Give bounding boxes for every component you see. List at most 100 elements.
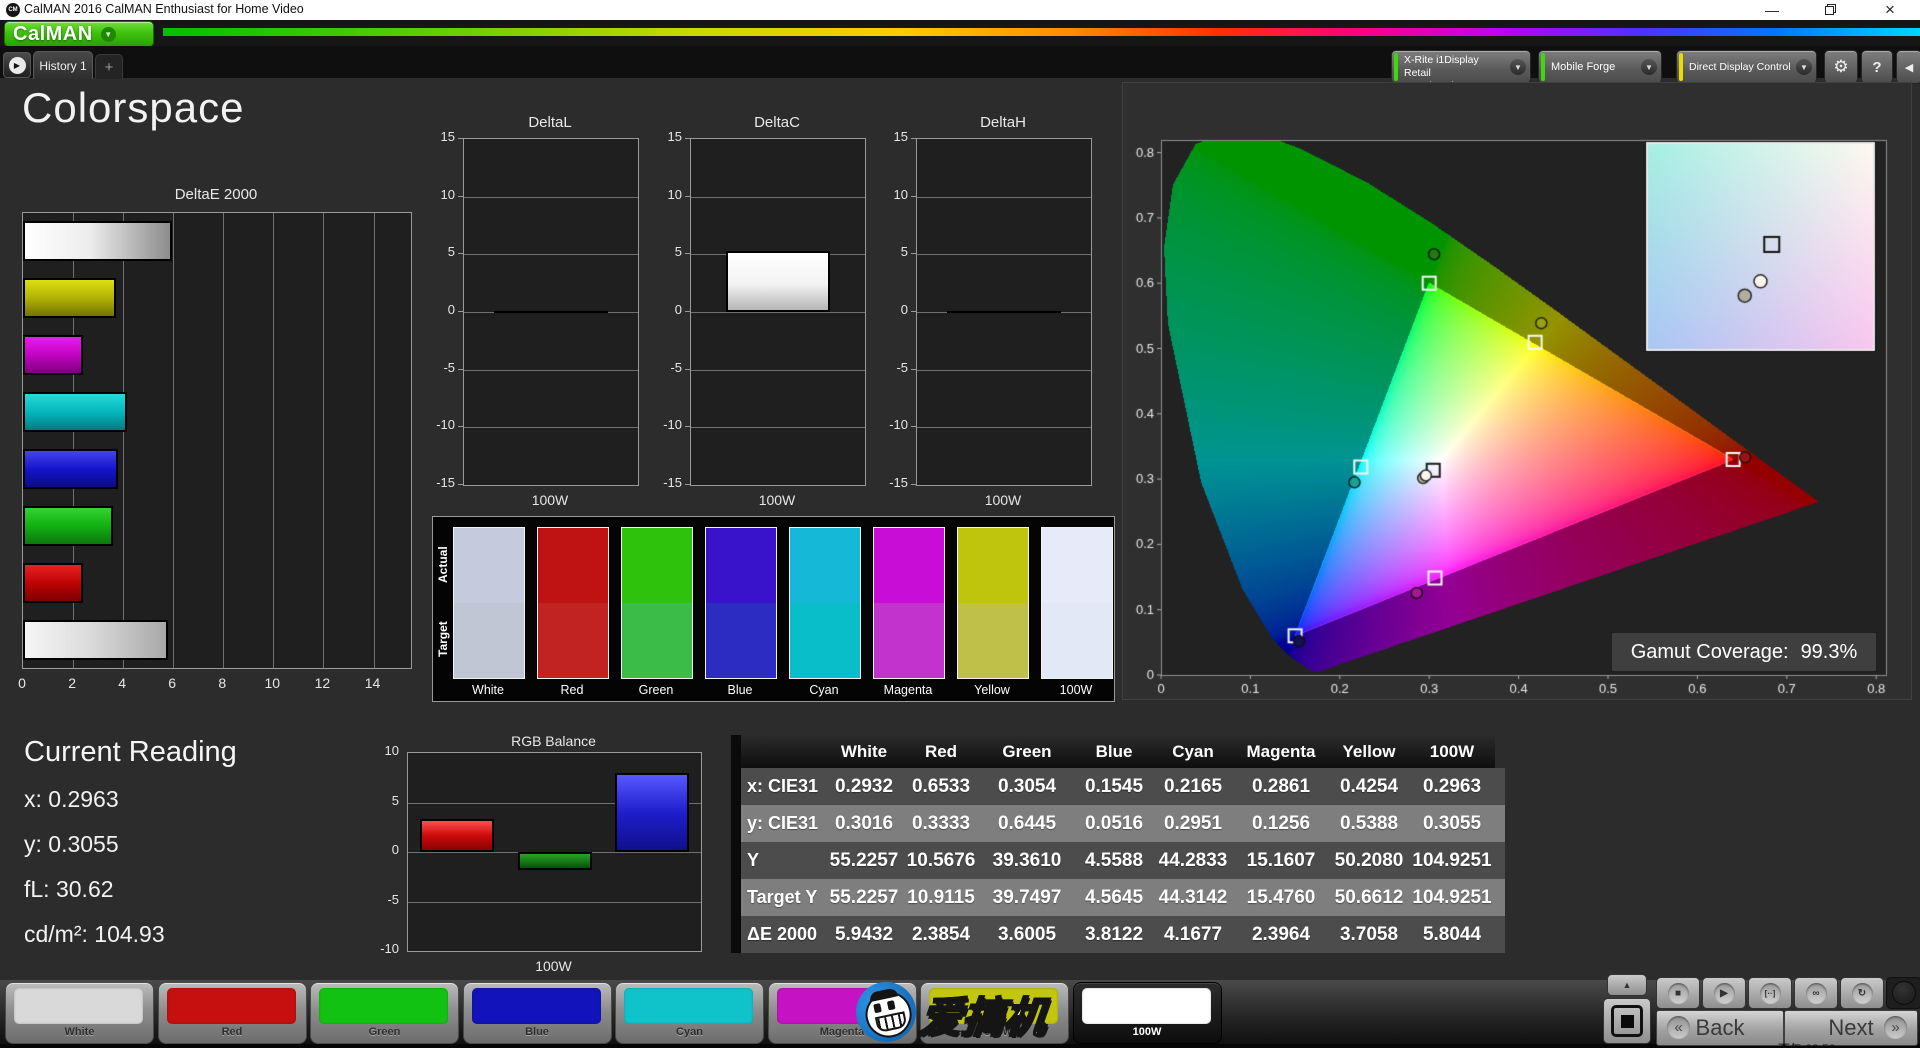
y-tick-label: 10 xyxy=(440,186,455,202)
pattern-window-button[interactable]: [··] xyxy=(1748,977,1792,1009)
pattern-button-magenta[interactable]: Magenta xyxy=(767,982,917,1044)
x-axis-label: 100W xyxy=(535,958,572,974)
y-tick xyxy=(685,368,690,370)
swatch-actual xyxy=(790,528,860,603)
pattern-button-red[interactable]: Red xyxy=(157,982,307,1044)
source-status-accent xyxy=(1541,53,1545,81)
meter-dropdown[interactable]: X-Rite i1Display RetailLCD (LED) ▼ xyxy=(1391,50,1531,92)
pattern-button-cyan[interactable]: Cyan xyxy=(615,982,764,1044)
swatch-target xyxy=(790,603,860,678)
pattern-button-100w[interactable]: 100W xyxy=(1072,982,1222,1044)
swatch-actual xyxy=(706,528,776,603)
target-row-label: Target xyxy=(436,621,450,658)
chevron-down-icon[interactable]: ▼ xyxy=(1510,59,1526,75)
swatch-target xyxy=(958,603,1028,678)
table-cell: 0.2861 xyxy=(1251,775,1311,797)
pattern-color-patch xyxy=(166,988,296,1024)
table-cell: 2.3964 xyxy=(1251,923,1311,945)
pattern-button-blue[interactable]: Blue xyxy=(462,982,612,1044)
x-tick-label: 8 xyxy=(218,675,227,691)
disabled-round-button xyxy=(1886,977,1920,1009)
display-control-dropdown[interactable]: Direct Display Control ▼ xyxy=(1676,50,1817,84)
bar-blue xyxy=(23,448,119,489)
add-tab-button[interactable]: + xyxy=(95,54,123,79)
help-button[interactable]: ? xyxy=(1861,50,1893,84)
y-tick-label: 0 xyxy=(674,302,682,317)
y-tick xyxy=(685,195,690,197)
y-tick-label: 0 xyxy=(900,302,908,317)
pattern-button-white[interactable]: White xyxy=(5,982,154,1044)
y-tick xyxy=(458,195,463,197)
x-axis-label: 100W xyxy=(984,492,1022,508)
pattern-color-patch xyxy=(929,988,1058,1024)
y-tick-label: -5 xyxy=(896,359,908,375)
pattern-button-label: Magenta xyxy=(819,1026,865,1038)
pattern-window-toggle[interactable] xyxy=(1603,998,1651,1044)
next-button-label: Next xyxy=(1828,1015,1874,1040)
y-tick xyxy=(911,253,916,255)
pattern-button-label: Green xyxy=(368,1026,401,1038)
y-tick-label: 10 xyxy=(893,186,908,202)
deltal-chart-title: DeltaL xyxy=(528,114,572,131)
pattern-color-patch xyxy=(319,988,448,1024)
x-tick-label: 6 xyxy=(168,675,177,691)
gridline xyxy=(691,427,865,429)
clock-label: 下午 03:58 xyxy=(1778,1040,1878,1048)
restore-button[interactable] xyxy=(1812,0,1848,19)
table-cell: 3.8122 xyxy=(1084,923,1144,945)
back-button[interactable]: « Back xyxy=(1656,1010,1784,1046)
pattern-color-patch xyxy=(624,988,753,1024)
gridline xyxy=(373,213,375,668)
swatch-target xyxy=(538,603,608,678)
swatch-label: Cyan xyxy=(809,683,839,697)
history-nav-button[interactable]: ▶ xyxy=(3,52,31,78)
gridline xyxy=(691,369,865,371)
swatch-label: Red xyxy=(560,683,584,697)
table-cell: 3.7058 xyxy=(1339,923,1399,945)
stop-button[interactable]: ■ xyxy=(1656,977,1700,1009)
gridline xyxy=(917,369,1091,371)
collapse-panel-button[interactable]: ◀ xyxy=(1896,50,1920,84)
swatch-magenta xyxy=(873,527,945,679)
table-row: Y 55.2257 10.5676 39.3610 4.5588 44.2833 15.16… xyxy=(741,842,1505,879)
page-title: Colorspace xyxy=(22,84,245,131)
y-tick xyxy=(458,484,463,485)
table-cell: 0.3054 xyxy=(997,775,1057,797)
settings-button[interactable]: ⚙ xyxy=(1824,50,1858,84)
loop-button[interactable]: ∞ xyxy=(1794,977,1838,1009)
play-button[interactable]: ▶ xyxy=(1702,977,1746,1009)
bar-magenta xyxy=(23,335,83,376)
close-button[interactable]: × xyxy=(1872,0,1908,19)
pattern-button-green[interactable]: Green xyxy=(310,982,459,1044)
sync-button[interactable]: ↻ xyxy=(1840,977,1884,1009)
minimize-button[interactable]: — xyxy=(1754,0,1790,19)
source-dropdown[interactable]: Mobile Forge ▼ xyxy=(1538,50,1662,84)
swatch-actual xyxy=(454,528,524,603)
pattern-button-label: Cyan xyxy=(676,1026,703,1038)
x-axis-label: 100W xyxy=(531,492,569,508)
y-tick-label: 10 xyxy=(384,743,399,758)
pattern-color-patch xyxy=(776,988,906,1024)
column-header: White xyxy=(825,735,903,768)
chevron-down-icon[interactable]: ▼ xyxy=(1641,59,1657,75)
calman-logo-button[interactable]: CalMAN ▼ xyxy=(4,21,154,47)
table-cell: 15.1607 xyxy=(1246,849,1316,871)
table-cell: 50.2080 xyxy=(1334,849,1404,871)
chevron-down-icon[interactable]: ▼ xyxy=(1796,59,1812,75)
column-header: Blue xyxy=(1075,735,1153,768)
calman-window: CM CalMAN 2016 CalMAN Enthusiast for Hom… xyxy=(0,0,1920,1048)
y-tick-label: -10 xyxy=(889,417,908,433)
swatch-label: 100W xyxy=(1059,683,1093,697)
gridline xyxy=(917,196,1091,198)
panel-up-button[interactable]: ▲ xyxy=(1607,974,1647,996)
tab-history-1[interactable]: History 1 xyxy=(33,51,93,79)
gridline xyxy=(408,901,701,903)
display-control-label: Direct Display Control xyxy=(1689,61,1791,73)
swatch-100w xyxy=(1041,527,1113,679)
rainbow-divider xyxy=(163,28,1920,36)
pattern-button-yellow[interactable]: Yellow xyxy=(920,982,1069,1044)
y-tick-label: -5 xyxy=(670,359,682,375)
table-cell: 104.9251 xyxy=(1412,886,1492,908)
app-icon: CM xyxy=(6,3,20,17)
pattern-window-icon: [··] xyxy=(1759,982,1781,1004)
